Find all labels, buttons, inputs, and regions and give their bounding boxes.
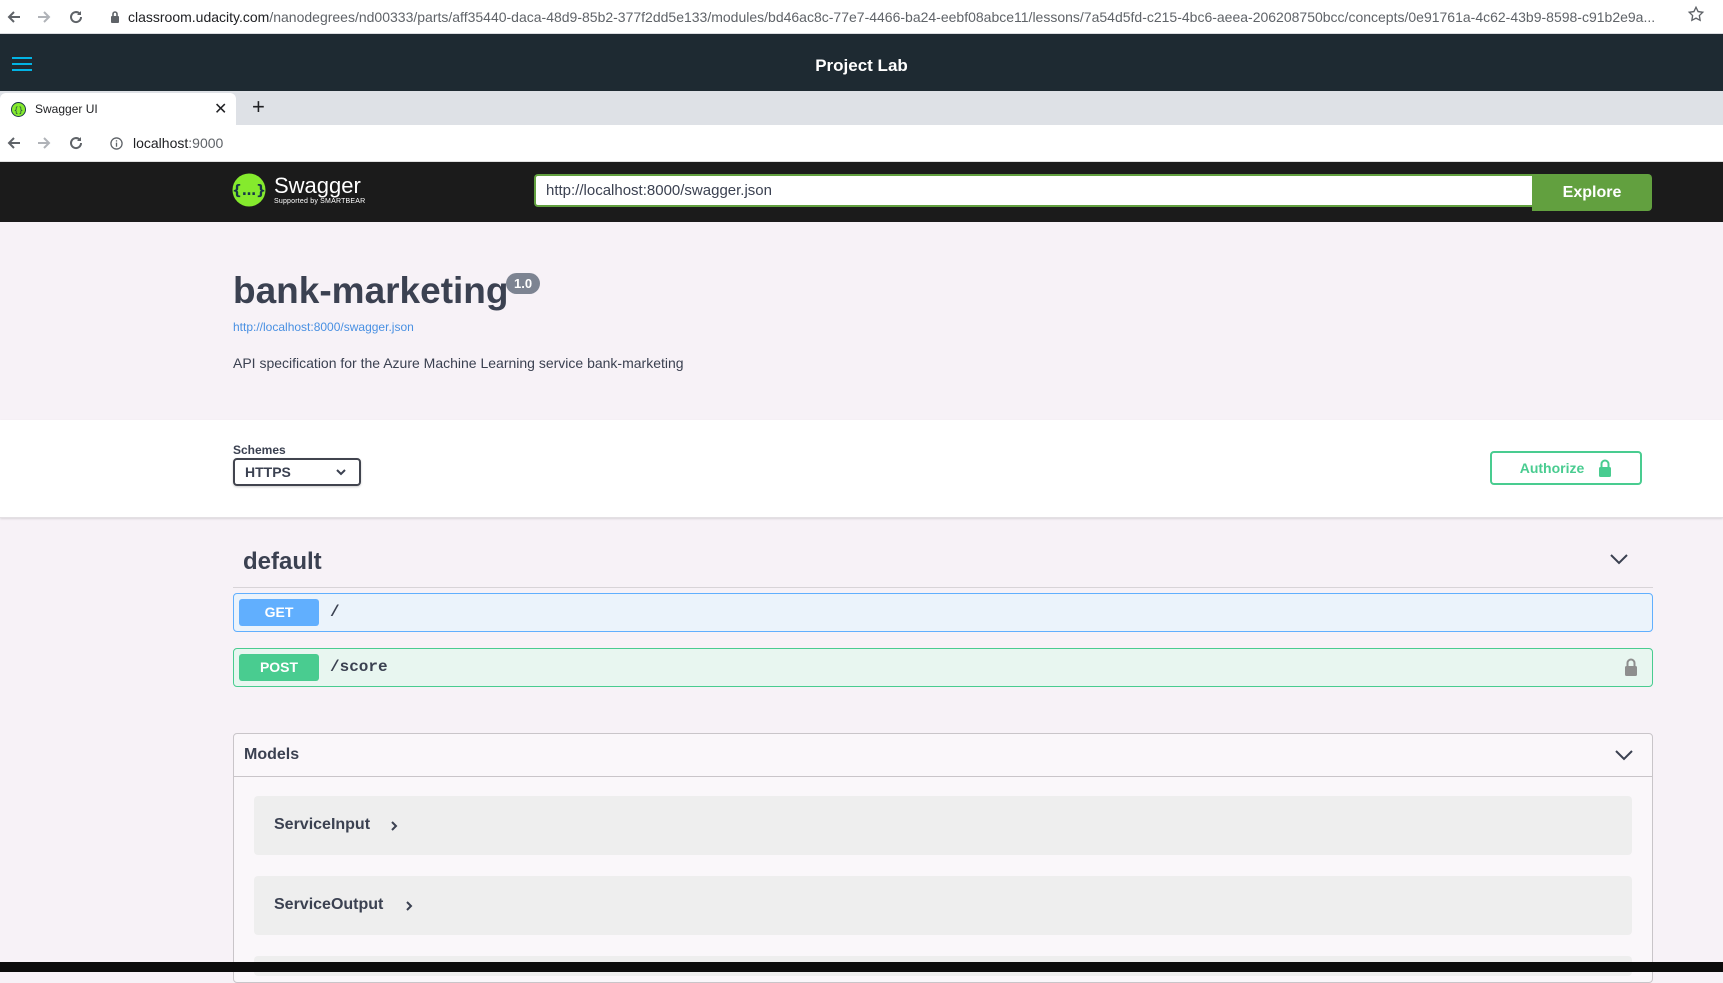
model-name: ServiceOutput xyxy=(274,896,384,913)
inner-url-port: :9000 xyxy=(188,135,224,151)
api-title: bank-marketing xyxy=(233,270,509,311)
api-description: API specification for the Azure Machine … xyxy=(233,355,684,371)
forward-icon[interactable] xyxy=(32,5,56,29)
outer-url-host: classroom.udacity.com xyxy=(128,8,270,25)
schemes-label: Schemes xyxy=(233,443,286,457)
svg-text:{}: {} xyxy=(14,105,24,114)
inner-tab-strip: {} Swagger UI ✕ + xyxy=(0,91,1723,125)
model-item[interactable]: ServiceOutput xyxy=(254,876,1632,935)
bookmark-star-icon[interactable] xyxy=(1687,5,1705,23)
lock-icon[interactable] xyxy=(1624,658,1638,676)
back-icon[interactable] xyxy=(2,5,26,29)
version-badge: 1.0 xyxy=(506,273,541,294)
schemes-select[interactable]: HTTPS xyxy=(233,458,361,486)
outer-address-bar[interactable]: classroom.udacity.com/nanodegrees/nd0033… xyxy=(110,3,1690,30)
schemes-section: Schemes HTTPS Authorize xyxy=(0,420,1723,518)
swagger-logo-icon: {…} xyxy=(232,173,266,207)
tab-swagger-ui[interactable]: {} Swagger UI ✕ xyxy=(0,93,236,125)
method-badge-post: POST xyxy=(239,654,319,681)
page-title: Project Lab xyxy=(815,56,908,75)
spec-url-input[interactable] xyxy=(534,174,1532,207)
chevron-down-icon xyxy=(335,467,347,477)
method-badge-get: GET xyxy=(239,599,319,626)
models-header[interactable]: Models xyxy=(234,734,1652,777)
svg-text:{…}: {…} xyxy=(232,183,266,199)
tab-title: Swagger UI xyxy=(35,102,98,116)
models-section: Models ServiceInput ServiceOutput xyxy=(233,733,1653,983)
chevron-right-icon xyxy=(389,819,399,833)
operation-get-root[interactable]: GET / xyxy=(233,593,1653,632)
site-info-icon[interactable] xyxy=(110,136,123,150)
inner-reload-icon[interactable] xyxy=(64,131,88,155)
reload-icon[interactable] xyxy=(64,5,88,29)
operation-path: / xyxy=(330,603,340,621)
model-item[interactable]: ServiceInput xyxy=(254,796,1632,855)
swagger-topbar: {…} Swagger Supported by SMARTBEAR Explo… xyxy=(0,162,1723,222)
os-taskbar xyxy=(0,962,1723,972)
models-title: Models xyxy=(244,746,300,763)
close-tab-icon[interactable]: ✕ xyxy=(214,99,227,119)
authorize-button[interactable]: Authorize xyxy=(1490,451,1642,485)
outer-url-path: /nanodegrees/nd00333/parts/aff35440-daca… xyxy=(269,8,1656,25)
new-tab-icon[interactable]: + xyxy=(252,94,265,120)
authorize-label: Authorize xyxy=(1519,460,1585,476)
udacity-header: Project Lab xyxy=(0,34,1723,91)
outer-browser-toolbar: classroom.udacity.com/nanodegrees/nd0033… xyxy=(0,0,1723,34)
swagger-brand-sub: Supported by SMARTBEAR xyxy=(274,197,366,205)
chevron-down-icon[interactable] xyxy=(1609,552,1629,566)
swagger-logo[interactable]: {…} Swagger Supported by SMARTBEAR xyxy=(232,173,365,207)
model-name: ServiceInput xyxy=(274,816,371,833)
swagger-favicon-icon: {} xyxy=(11,102,26,117)
inner-back-icon[interactable] xyxy=(2,131,26,155)
lock-icon xyxy=(110,10,120,23)
chevron-right-icon xyxy=(404,899,414,913)
unlocked-icon xyxy=(1598,459,1612,477)
inner-url-host: localhost xyxy=(133,135,189,151)
tag-name: default xyxy=(243,548,322,575)
inner-browser-toolbar: localhost:9000 xyxy=(0,125,1723,162)
inner-forward-icon[interactable] xyxy=(32,131,56,155)
spec-link[interactable]: http://localhost:8000/swagger.json xyxy=(233,320,414,334)
chevron-down-icon[interactable] xyxy=(1614,748,1634,762)
operation-post-score[interactable]: POST /score xyxy=(233,648,1653,687)
inner-address-bar[interactable]: localhost:9000 xyxy=(110,135,223,151)
operation-path: /score xyxy=(330,658,388,676)
schemes-selected-value: HTTPS xyxy=(245,464,291,480)
tag-section-default[interactable]: default xyxy=(233,540,1653,588)
explore-button[interactable]: Explore xyxy=(1532,174,1652,211)
swagger-brand: Swagger xyxy=(274,172,361,198)
